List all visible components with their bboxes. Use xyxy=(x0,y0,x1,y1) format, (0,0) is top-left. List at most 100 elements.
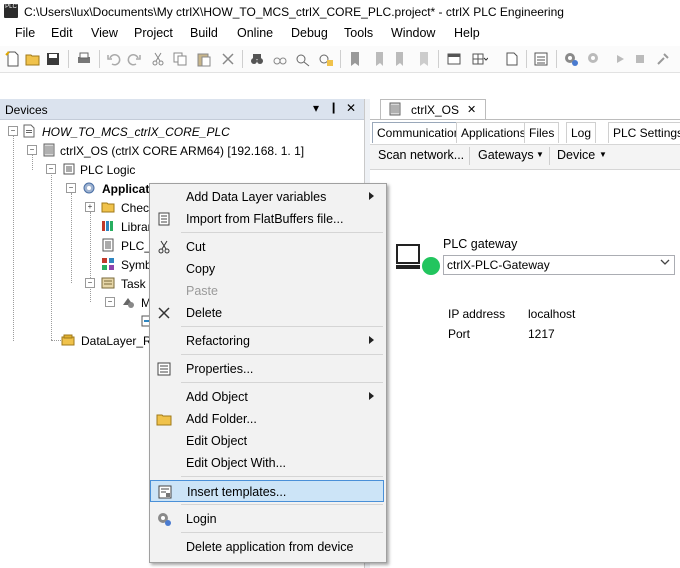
tree-expander[interactable]: − xyxy=(105,297,115,307)
tab-communication[interactable]: Communication xyxy=(372,122,466,143)
devices-panel-header xyxy=(0,99,365,120)
logout-icon[interactable] xyxy=(586,51,602,67)
menu-item-label: Add Folder... xyxy=(186,412,257,426)
settings-icon[interactable] xyxy=(655,51,671,67)
devices-panel-title: Devices xyxy=(5,103,48,117)
tab-files[interactable]: Files xyxy=(524,122,560,143)
menu-delete-application-from-device[interactable]: Delete application from device xyxy=(150,536,384,558)
menu-window[interactable]: Window xyxy=(391,26,435,40)
menu-delete[interactable]: Delete xyxy=(150,302,384,324)
tree-expander[interactable]: − xyxy=(8,126,18,136)
menu-add-object[interactable]: Add Object xyxy=(150,386,384,408)
menu-debug[interactable]: Debug xyxy=(291,26,328,40)
find-in-project-icon[interactable] xyxy=(295,51,311,67)
tree-item-datalayer[interactable]: DataLayer_Re xyxy=(81,334,158,348)
bookmark-clear-icon[interactable] xyxy=(416,51,432,67)
menu-add-folder[interactable]: Add Folder... xyxy=(150,408,384,430)
menu-cut[interactable]: Cut xyxy=(150,236,384,258)
tree-expander[interactable]: − xyxy=(85,278,95,288)
window-icon[interactable] xyxy=(446,51,462,67)
find-icon[interactable] xyxy=(249,51,265,67)
bookmark-icon[interactable] xyxy=(347,51,363,67)
device-dropdown[interactable]: Device xyxy=(557,148,595,162)
submenu-arrow-icon xyxy=(369,392,374,400)
menu-build[interactable]: Build xyxy=(190,26,218,40)
tree-item-plc-logic[interactable]: PLC Logic xyxy=(80,163,135,177)
scan-network-button[interactable]: Scan network... xyxy=(378,148,464,162)
redo-icon[interactable] xyxy=(126,51,142,67)
editor-border xyxy=(370,119,680,120)
scissors-icon xyxy=(158,240,170,254)
close-tab-icon[interactable]: ✕ xyxy=(467,103,476,116)
stop-icon[interactable] xyxy=(632,51,648,67)
properties-icon xyxy=(157,362,171,376)
start-icon[interactable] xyxy=(612,51,628,67)
panel-dropdown-icon[interactable]: ▾ xyxy=(313,101,319,115)
gateways-dropdown[interactable]: Gateways xyxy=(478,148,534,162)
cut-icon[interactable] xyxy=(150,51,166,67)
undo-icon[interactable] xyxy=(106,51,122,67)
menu-login[interactable]: Login xyxy=(150,508,384,530)
menu-view[interactable]: View xyxy=(91,26,118,40)
tab-log[interactable]: Log xyxy=(566,122,597,143)
menu-import-flatbuffers[interactable]: Import from FlatBuffers file... xyxy=(150,208,384,230)
menu-edit-object[interactable]: Edit Object xyxy=(150,430,384,452)
new-file-icon[interactable] xyxy=(5,51,21,67)
menu-help[interactable]: Help xyxy=(454,26,480,40)
menu-insert-templates[interactable]: Insert templates... xyxy=(150,480,384,502)
library-icon xyxy=(102,221,113,231)
device-tab-icon xyxy=(389,102,401,116)
editor-tab-label: ctrlX_OS xyxy=(411,103,460,117)
new-page-icon[interactable] xyxy=(504,51,520,67)
tree-expander[interactable]: − xyxy=(27,145,37,155)
tree-expander[interactable]: − xyxy=(46,164,56,174)
menu-online[interactable]: Online xyxy=(237,26,273,40)
tab-plc-settings[interactable]: PLC Settings xyxy=(608,122,680,143)
template-icon xyxy=(158,485,172,499)
menu-edit-object-with[interactable]: Edit Object With... xyxy=(150,452,384,474)
tree-item-device[interactable]: ctrlX_OS (ctrlX CORE ARM64) [192.168. 1.… xyxy=(60,144,304,158)
copy-icon[interactable] xyxy=(172,51,188,67)
paste-icon[interactable] xyxy=(196,51,212,67)
app-icon: PLC xyxy=(4,4,18,18)
grid-dropdown-icon[interactable] xyxy=(472,51,488,67)
gateway-computer-icon xyxy=(396,244,420,269)
submenu-arrow-icon xyxy=(369,192,374,200)
menu-edit[interactable]: Edit xyxy=(51,26,73,40)
menu-file[interactable]: File xyxy=(15,26,35,40)
bookmark-prev-icon[interactable] xyxy=(370,51,386,67)
bookmark-find-icon[interactable] xyxy=(318,51,334,67)
device-icon xyxy=(43,143,55,157)
gateway-status-indicator xyxy=(422,257,440,275)
open-folder-icon[interactable] xyxy=(25,51,41,67)
find-replace-icon[interactable] xyxy=(272,51,288,67)
tree-line xyxy=(90,212,91,302)
tree-expander[interactable]: + xyxy=(85,202,95,212)
tab-applications[interactable]: Applications xyxy=(456,122,531,143)
tree-item-application[interactable]: Applicati xyxy=(102,182,153,196)
tree-expander[interactable]: − xyxy=(66,183,76,193)
tree-item-library[interactable]: Librar xyxy=(121,220,152,234)
toolbar-separator xyxy=(556,50,557,68)
menu-add-data-layer-variables[interactable]: Add Data Layer variables xyxy=(150,186,384,208)
panel-pin-icon[interactable]: ❙ xyxy=(329,101,338,114)
panel-close-icon[interactable]: ✕ xyxy=(346,101,356,115)
menu-paste[interactable]: Paste xyxy=(150,280,384,302)
menu-refactoring[interactable]: Refactoring xyxy=(150,330,384,352)
task-config-icon xyxy=(101,277,115,289)
menu-tools[interactable]: Tools xyxy=(344,26,373,40)
delete-icon[interactable] xyxy=(220,51,236,67)
tree-line xyxy=(13,136,14,341)
build-icon[interactable] xyxy=(533,51,549,67)
bookmark-next-icon[interactable] xyxy=(393,51,409,67)
menu-copy[interactable]: Copy xyxy=(150,258,384,280)
toolbar-separator xyxy=(526,50,527,68)
tree-item-project[interactable]: HOW_TO_MCS_ctrlX_CORE_PLC xyxy=(42,125,230,139)
menu-item-label: Properties... xyxy=(186,362,254,376)
menu-properties[interactable]: Properties... xyxy=(150,358,384,380)
login-icon[interactable] xyxy=(563,51,579,67)
menu-project[interactable]: Project xyxy=(134,26,173,40)
save-icon[interactable] xyxy=(45,51,61,67)
print-icon[interactable] xyxy=(76,51,92,67)
login-icon xyxy=(158,513,171,526)
